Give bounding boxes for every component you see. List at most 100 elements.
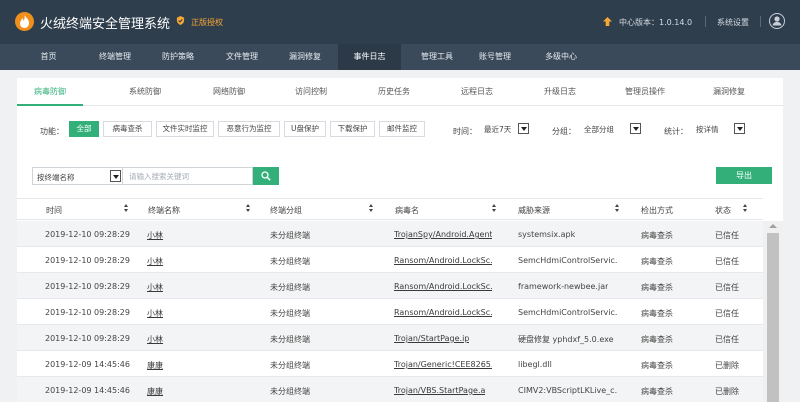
search-icon — [261, 171, 271, 181]
cell-virus-name[interactable]: Ransom/Android.LockSc... — [394, 282, 492, 291]
cell-time: 2019-12-10 09:28:29 — [45, 282, 130, 291]
upgrade-arrow-icon — [603, 17, 612, 26]
table-row[interactable]: 2019-12-10 09:28:29 小林 未分组终端 TrojanSpy/Andr… — [17, 221, 763, 247]
nav-vulnerability-repair[interactable]: 漏洞修复 — [265, 44, 345, 70]
function-chip-usb-protect[interactable]: U盘保护 — [284, 121, 326, 137]
function-chip-file-monitor[interactable]: 文件实时监控 — [156, 121, 214, 137]
cell-virus-name[interactable]: Trojan/StartPage.ip — [394, 334, 469, 343]
function-filter-label: 功能： — [40, 127, 64, 136]
column-header-virus-name[interactable]: 病毒名 — [395, 205, 419, 216]
search-field-select[interactable]: 按终端名称 — [32, 167, 123, 185]
cell-terminal-group: 未分组终端 — [270, 361, 310, 370]
tab-upgrade-log[interactable]: 升级日志 — [525, 78, 595, 106]
cell-status: 已信任 — [715, 283, 739, 292]
cell-time: 2019-12-09 14:45:46 — [45, 360, 130, 369]
sort-icon[interactable] — [743, 204, 748, 213]
dropdown-arrow-icon — [110, 170, 121, 182]
function-chip-virus-scan[interactable]: 病毒查杀 — [103, 121, 152, 137]
header-divider — [705, 16, 706, 27]
cell-terminal-name[interactable]: 小林 — [147, 230, 163, 241]
time-filter-label: 时间： — [453, 127, 477, 136]
license-status[interactable]: 正版授权 — [191, 17, 223, 28]
tab-admin-operations[interactable]: 管理员操作 — [610, 78, 680, 106]
cell-terminal-name[interactable]: 康康 — [147, 386, 163, 397]
table-row[interactable]: 2019-12-10 09:28:29 小林 未分组终端 Ransom/Android… — [17, 273, 763, 299]
cell-terminal-group: 未分组终端 — [270, 335, 310, 344]
time-select[interactable]: 最近7天 — [479, 121, 529, 137]
tab-system-defense[interactable]: 系统防御 — [110, 78, 180, 106]
cell-terminal-group: 未分组终端 — [270, 387, 310, 396]
time-select-value: 最近7天 — [484, 125, 512, 134]
group-select-value: 全部分组 — [584, 125, 614, 134]
table-row[interactable]: 2019-12-09 14:45:46 康康 未分组终端 Trojan/Generic… — [17, 351, 763, 377]
cell-detection-method: 病毒查杀 — [641, 361, 673, 370]
log-tabs: 病毒防御 系统防御 网络防御 访问控制 历史任务 远程日志 升级日志 管理员操作… — [17, 78, 783, 106]
tab-history-tasks[interactable]: 历史任务 — [359, 78, 429, 106]
scroll-up-arrow-icon[interactable] — [769, 224, 777, 228]
cell-status: 已删除 — [715, 387, 739, 396]
cell-terminal-name[interactable]: 小林 — [147, 334, 163, 345]
sort-icon[interactable] — [124, 204, 129, 213]
tab-network-defense[interactable]: 网络防御 — [194, 78, 264, 106]
cell-virus-name[interactable]: Ransom/Android.LockSc... — [394, 308, 492, 317]
cell-detection-method: 病毒查杀 — [641, 283, 673, 292]
stats-select[interactable]: 按详情 — [691, 121, 745, 137]
group-select[interactable]: 全部分组 — [579, 121, 641, 137]
system-settings-link[interactable]: 系统设置 — [717, 17, 749, 28]
cell-time: 2019-12-10 09:28:29 — [45, 230, 130, 239]
table-row[interactable]: 2019-12-10 09:28:29 小林 未分组终端 Trojan/StartPa… — [17, 325, 763, 351]
dropdown-arrow-icon — [518, 123, 529, 134]
cell-virus-name[interactable]: TrojanSpy/Android.Agent — [394, 230, 492, 239]
function-chip-all[interactable]: 全部 — [69, 121, 99, 137]
function-chip-download-protect[interactable]: 下载保护 — [330, 121, 375, 137]
search-button[interactable] — [253, 167, 279, 185]
cell-terminal-group: 未分组终端 — [270, 257, 310, 266]
tab-virus-defense[interactable]: 病毒防御 — [17, 78, 83, 106]
logo-icon — [15, 12, 34, 31]
function-chip-behavior-monitor[interactable]: 恶意行为监控 — [218, 121, 280, 137]
column-header-terminal-name[interactable]: 终端名称 — [148, 205, 180, 216]
tab-remote-log[interactable]: 远程日志 — [442, 78, 512, 106]
table-header: 时间 终端名称 终端分组 病毒名 威胁来源 检出方式 状态 — [17, 198, 763, 220]
cell-terminal-name[interactable]: 小林 — [147, 282, 163, 293]
scrollbar-thumb[interactable] — [767, 233, 779, 402]
tab-vulnerability-repair[interactable]: 漏洞修复 — [694, 78, 764, 106]
table-row[interactable]: 2019-12-10 09:28:29 小林 未分组终端 Ransom/Android… — [17, 299, 763, 325]
function-chip-mail-monitor[interactable]: 邮件监控 — [379, 121, 425, 137]
cell-terminal-name[interactable]: 康康 — [147, 360, 163, 371]
cell-threat-source: CIMV2:VBScriptLKLive_c... — [518, 386, 618, 395]
license-shield-icon — [176, 16, 185, 25]
cell-virus-name[interactable]: Trojan/Generic!CEE8265... — [394, 360, 492, 369]
cell-time: 2019-12-10 09:28:29 — [45, 334, 130, 343]
export-button[interactable]: 导出 — [716, 167, 772, 184]
cell-virus-name[interactable]: Trojan/VBS.StartPage.a — [394, 386, 485, 395]
sort-icon[interactable] — [246, 204, 251, 213]
table-row[interactable]: 2019-12-09 14:45:46 康康 未分组终端 Trojan/VBS.Sta… — [17, 377, 763, 402]
center-version: 中心版本：1.0.14.0 — [619, 18, 693, 27]
search-input[interactable] — [123, 167, 253, 185]
nav-event-log[interactable]: 事件日志 — [338, 44, 401, 70]
sort-icon[interactable] — [492, 204, 497, 213]
user-menu-button[interactable] — [769, 13, 785, 29]
nav-multilevel-center[interactable]: 多级中心 — [521, 44, 601, 70]
table-scrollbar[interactable] — [763, 221, 783, 402]
cell-threat-source: systemsix.apk — [518, 230, 576, 239]
cell-terminal-name[interactable]: 小林 — [147, 308, 163, 319]
top-header: 火绒终端安全管理系统 正版授权 中心版本：1.0.14.0 系统设置 — [0, 0, 800, 44]
cell-time: 2019-12-10 09:28:29 — [45, 308, 130, 317]
table-row[interactable]: 2019-12-10 09:28:29 小林 未分组终端 Ransom/Android… — [17, 247, 763, 273]
cell-detection-method: 病毒查杀 — [641, 257, 673, 266]
sort-icon[interactable] — [615, 204, 620, 213]
cell-virus-name[interactable]: Ransom/Android.LockSc... — [394, 256, 492, 265]
cell-time: 2019-12-10 09:28:29 — [45, 256, 130, 265]
tab-access-control[interactable]: 访问控制 — [276, 78, 346, 106]
column-header-terminal-group[interactable]: 终端分组 — [270, 205, 302, 216]
cell-terminal-name[interactable]: 小林 — [147, 256, 163, 267]
column-header-threat-source[interactable]: 威胁来源 — [518, 205, 550, 216]
sort-icon[interactable] — [369, 204, 374, 213]
stats-select-value: 按详情 — [696, 125, 719, 134]
column-header-detection-method[interactable]: 检出方式 — [641, 205, 673, 216]
column-header-status[interactable]: 状态 — [715, 205, 731, 216]
cell-status: 已信任 — [715, 231, 739, 240]
column-header-time[interactable]: 时间 — [46, 205, 62, 216]
